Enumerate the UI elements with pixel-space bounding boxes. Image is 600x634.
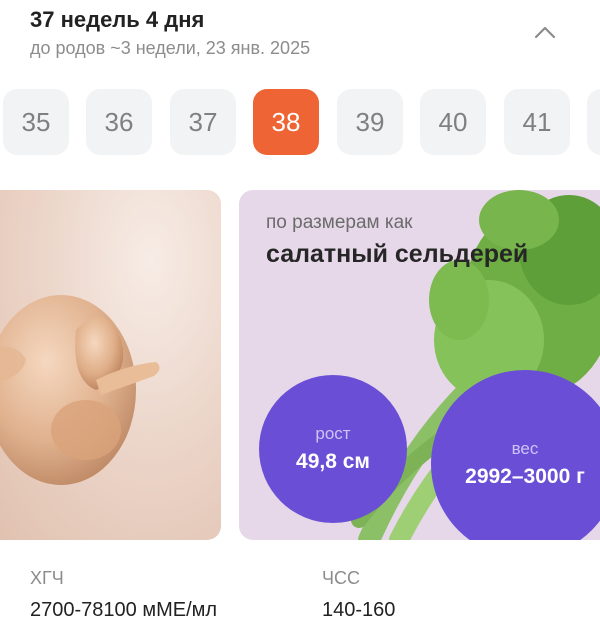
week-tab-39[interactable]: 39 xyxy=(337,89,403,155)
hcg-label: ХГЧ xyxy=(30,568,64,588)
week-tab-37[interactable]: 37 xyxy=(170,89,236,155)
height-value: 49,8 см xyxy=(296,450,370,473)
hcg-metric: ХГЧ 2700-78100 мМЕ/мл xyxy=(30,566,217,625)
week-tab-40[interactable]: 40 xyxy=(420,89,486,155)
size-comparison-card[interactable]: по размерам как салатный сельдерей рост … xyxy=(239,190,600,540)
fruit-name: салатный сельдерей xyxy=(266,240,529,268)
heart-rate-value: 140-160 xyxy=(322,599,396,621)
weight-label: вес xyxy=(511,439,539,458)
due-date-subtitle: до родов ~3 недели, 23 янв. 2025 xyxy=(30,38,311,58)
hcg-value: 2700-78100 мМЕ/мл xyxy=(30,599,218,621)
chevron-up-icon[interactable] xyxy=(533,22,557,42)
heart-rate-label: ЧСС xyxy=(322,568,360,588)
heart-rate-metric: ЧСС 140-160 xyxy=(322,566,395,625)
weight-value: 2992–3000 г xyxy=(465,465,585,488)
week-tab-35[interactable]: 35 xyxy=(3,89,69,155)
size-comparison-label: по размерам как xyxy=(266,212,413,233)
page-title: 37 недель 4 дня xyxy=(30,7,205,32)
pregnancy-header: 37 недель 4 дня до родов ~3 недели, 23 я… xyxy=(30,5,570,61)
height-bubble: рост 49,8 см xyxy=(259,375,407,523)
week-tab-36[interactable]: 36 xyxy=(86,89,152,155)
fetus-image xyxy=(0,295,160,485)
week-tab-41[interactable]: 41 xyxy=(504,89,570,155)
fetus-illustration-card[interactable] xyxy=(0,190,221,540)
height-label: рост xyxy=(315,424,351,443)
week-tab-next[interactable] xyxy=(587,89,600,155)
week-selector: 35 36 37 38 39 40 41 xyxy=(0,89,600,155)
week-tab-38-selected[interactable]: 38 xyxy=(253,89,319,155)
